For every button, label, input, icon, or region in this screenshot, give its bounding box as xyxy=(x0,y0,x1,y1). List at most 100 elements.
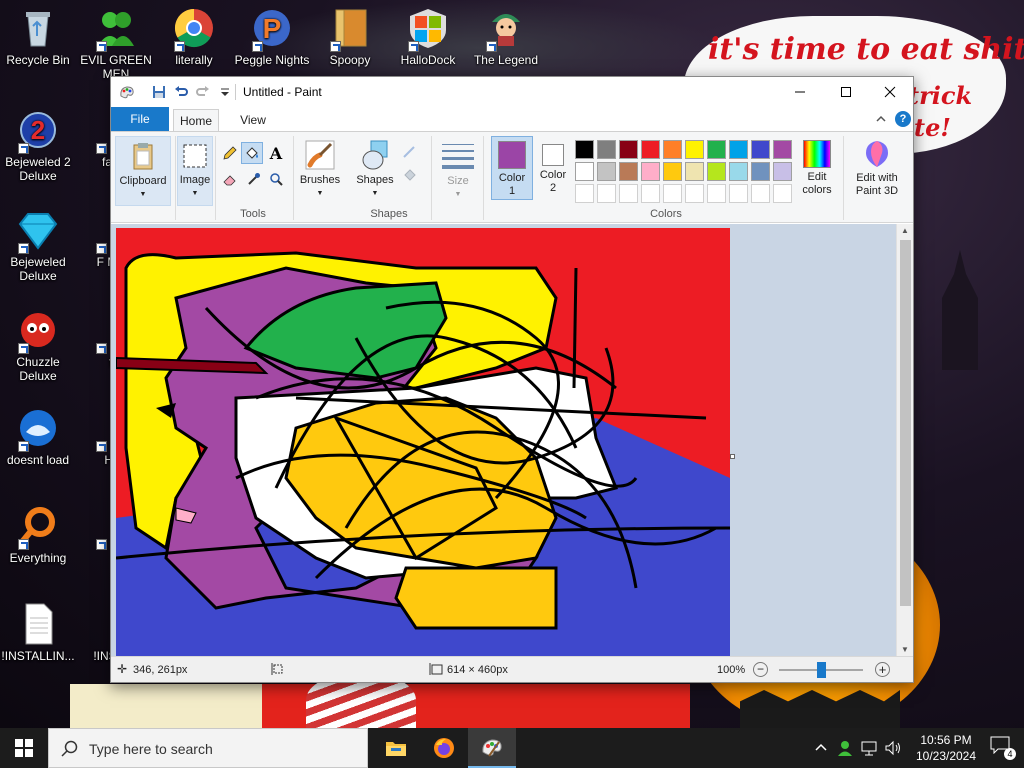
color-2-swatch xyxy=(542,144,564,166)
zoom-slider-thumb[interactable] xyxy=(817,662,826,678)
desktop-icon-recycle-bin[interactable]: Recycle Bin xyxy=(0,6,76,67)
palette-swatch[interactable] xyxy=(729,140,748,159)
edit-with-paint-3d-button[interactable]: Edit with Paint 3D xyxy=(845,136,909,206)
desktop-icon-bejeweled[interactable]: Bejeweled Deluxe xyxy=(0,208,76,283)
zoom-in-button[interactable]: + xyxy=(875,662,890,677)
palette-swatch[interactable] xyxy=(707,140,726,159)
zoom-out-button[interactable]: − xyxy=(753,662,768,677)
canvas-size-icon xyxy=(429,662,443,679)
palette-swatch[interactable] xyxy=(663,140,682,159)
undo-icon[interactable] xyxy=(173,84,189,100)
color-2-button[interactable]: Color 2 xyxy=(535,136,571,200)
text-tool-icon[interactable]: A xyxy=(265,142,287,164)
tab-home[interactable]: Home xyxy=(173,109,219,131)
palette-swatch[interactable] xyxy=(751,140,770,159)
palette-swatch-empty[interactable] xyxy=(597,184,616,203)
image-button[interactable]: Image ▼ xyxy=(177,136,213,206)
scrollbar-thumb[interactable] xyxy=(900,240,911,606)
desktop-icon-the-legend[interactable]: The Legend xyxy=(468,6,544,67)
palette-swatch[interactable] xyxy=(641,140,660,159)
drawing-canvas[interactable] xyxy=(116,228,730,656)
clock[interactable]: 10:56 PM 10/23/2024 xyxy=(908,732,984,764)
title-bar[interactable]: Untitled - Paint xyxy=(111,77,913,107)
color-1-button[interactable]: Color 1 xyxy=(491,136,533,200)
close-button[interactable] xyxy=(867,77,913,107)
scroll-up-icon[interactable]: ▲ xyxy=(901,226,909,235)
desktop-icon-chrome[interactable]: literally xyxy=(156,6,232,67)
palette-swatch-empty[interactable] xyxy=(663,184,682,203)
show-hidden-icons-icon[interactable] xyxy=(814,740,828,754)
canvas-resize-handle[interactable] xyxy=(730,454,735,459)
palette-swatch-empty[interactable] xyxy=(619,184,638,203)
volume-icon[interactable] xyxy=(884,739,902,757)
chuzzle-icon xyxy=(16,308,60,354)
people-icon[interactable] xyxy=(836,739,854,757)
tab-view[interactable]: View xyxy=(233,109,273,131)
window-title: Untitled - Paint xyxy=(243,85,322,99)
desktop-icon-chuzzle[interactable]: Chuzzle Deluxe xyxy=(0,308,76,383)
desktop-icon-spoopy[interactable]: Spoopy xyxy=(312,6,388,67)
palette-swatch-empty[interactable] xyxy=(641,184,660,203)
clipboard-button[interactable]: Clipboard ▼ xyxy=(115,136,171,206)
start-button[interactable] xyxy=(0,728,48,768)
palette-swatch[interactable] xyxy=(773,140,792,159)
eraser-icon[interactable] xyxy=(219,168,241,190)
pencil-icon[interactable] xyxy=(219,142,241,164)
minimize-button[interactable] xyxy=(777,77,823,107)
desktop-icon-installing[interactable]: !INSTALLIN... xyxy=(0,602,76,663)
palette-swatch[interactable] xyxy=(773,162,792,181)
palette-swatch[interactable] xyxy=(685,140,704,159)
zoom-slider[interactable] xyxy=(779,662,863,678)
palette-swatch[interactable] xyxy=(707,162,726,181)
network-icon[interactable] xyxy=(860,739,878,757)
palette-swatch[interactable] xyxy=(619,140,638,159)
magnifier-icon[interactable] xyxy=(265,168,287,190)
recycle-bin-icon xyxy=(16,6,60,50)
palette-swatch[interactable] xyxy=(641,162,660,181)
desktop-icon-thunderbird[interactable]: doesnt load xyxy=(0,406,76,467)
palette-swatch[interactable] xyxy=(729,162,748,181)
color-picker-icon[interactable] xyxy=(243,168,265,190)
edit-colors-button[interactable]: Edit colors xyxy=(795,136,839,206)
ribbon-collapse-icon[interactable] xyxy=(873,111,889,127)
maximize-button[interactable] xyxy=(823,77,869,107)
palette-swatch-empty[interactable] xyxy=(575,184,594,203)
notifications-button[interactable]: 4 xyxy=(990,736,1016,760)
palette-swatch[interactable] xyxy=(597,140,616,159)
palette-swatch[interactable] xyxy=(751,162,770,181)
taskbar-search-box[interactable]: Type here to search xyxy=(48,728,368,768)
redo-icon[interactable] xyxy=(195,84,211,100)
brushes-button[interactable]: Brushes ▼ xyxy=(297,136,343,206)
desktop-icon-peggle-nights[interactable]: P Peggle Nights xyxy=(234,6,310,67)
palette-swatch[interactable] xyxy=(663,162,682,181)
customize-quick-access-icon[interactable] xyxy=(217,84,233,100)
desktop-icon-hallodock[interactable]: HalloDock xyxy=(390,6,466,67)
help-icon[interactable]: ? xyxy=(895,111,911,127)
palette-swatch-empty[interactable] xyxy=(707,184,726,203)
palette-swatch[interactable] xyxy=(575,140,594,159)
palette-swatch[interactable] xyxy=(575,162,594,181)
palette-swatch-empty[interactable] xyxy=(685,184,704,203)
desktop-icon-everything[interactable]: Everything xyxy=(0,504,76,565)
vertical-scrollbar[interactable]: ▲ ▼ xyxy=(896,224,913,656)
scroll-down-icon[interactable]: ▼ xyxy=(901,645,909,654)
group-separator xyxy=(215,136,216,220)
save-icon[interactable] xyxy=(151,84,167,100)
brushes-label: Brushes xyxy=(299,174,341,186)
taskbar-paint[interactable] xyxy=(468,728,516,768)
taskbar-firefox[interactable] xyxy=(420,728,468,768)
desktop-icon-bejeweled-2[interactable]: 2 Bejeweled 2 Deluxe xyxy=(0,108,76,183)
palette-swatch[interactable] xyxy=(619,162,638,181)
palette-swatch-empty[interactable] xyxy=(773,184,792,203)
palette-swatch[interactable] xyxy=(597,162,616,181)
palette-swatch-empty[interactable] xyxy=(729,184,748,203)
palette-swatch[interactable] xyxy=(685,162,704,181)
shapes-button[interactable]: Shapes ▼ xyxy=(351,136,399,206)
desktop-icon-evil-green-men[interactable]: EVIL GREEN MEN xyxy=(78,6,154,81)
group-separator xyxy=(293,136,294,220)
palette-swatch-empty[interactable] xyxy=(751,184,770,203)
tab-file[interactable]: File xyxy=(111,107,169,131)
desktop-icon-label: Bejeweled Deluxe xyxy=(10,255,66,283)
taskbar-file-explorer[interactable] xyxy=(372,728,420,768)
fill-bucket-icon[interactable] xyxy=(241,142,263,164)
